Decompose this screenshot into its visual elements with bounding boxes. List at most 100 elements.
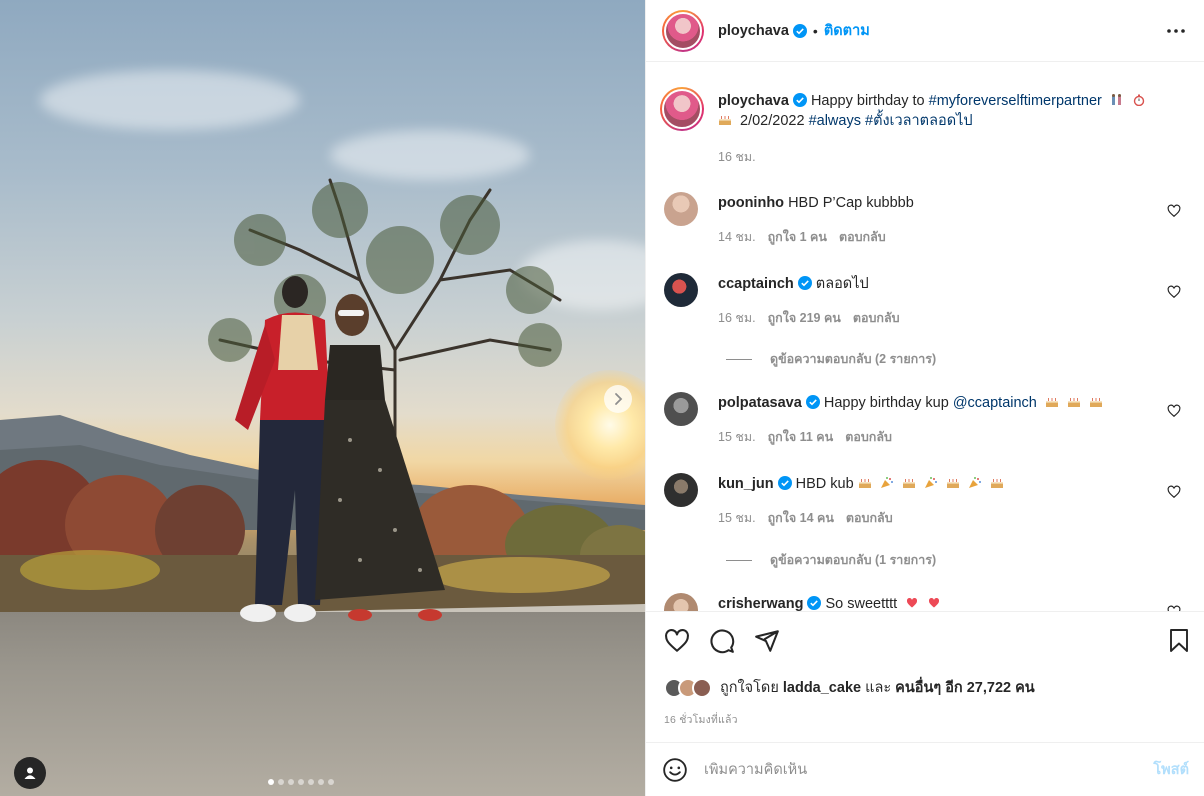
more-icon[interactable] — [1165, 20, 1187, 42]
commenter-avatar[interactable] — [664, 273, 698, 307]
share-icon[interactable] — [754, 628, 780, 654]
comment-item: crisherwang So sweetttt — [664, 593, 1189, 611]
caption-date: 2/02/2022 — [736, 113, 809, 129]
comment-username[interactable]: pooninho — [718, 195, 784, 211]
reply-button[interactable]: ตอบกลับ — [839, 227, 886, 247]
comment-icon[interactable] — [709, 628, 735, 654]
view-replies-button[interactable]: ดูข้อความตอบกลับ (1 รายการ) — [726, 550, 936, 570]
comment-likes[interactable]: ถูกใจ 1 คน — [768, 227, 827, 247]
cake-emoji-icon — [902, 479, 915, 488]
couple-emoji-icon — [1111, 94, 1121, 105]
post-timestamp[interactable]: 16 ชั่วโมงที่แล้ว — [664, 711, 738, 728]
likes-summary: ถูกใจโดย ladda_cake และ คนอื่นๆ อีก 27,7… — [664, 676, 1035, 699]
party-popper-icon — [968, 477, 981, 488]
comment-username[interactable]: polpatasava — [718, 395, 802, 411]
carousel-dot — [328, 779, 334, 785]
liker-username[interactable]: ladda_cake — [783, 680, 861, 696]
user-tag-button[interactable] — [14, 757, 46, 789]
comment-text: ตลอดไป — [815, 276, 869, 292]
mention-link[interactable]: @ccaptainch — [953, 395, 1037, 411]
caption: ploychava Happy birthday to #myforeverse… — [660, 87, 1189, 167]
likes-middle: และ — [861, 680, 896, 696]
comment-username[interactable]: kun_jun — [718, 476, 774, 492]
commenter-avatar[interactable] — [664, 473, 698, 507]
carousel-dot — [308, 779, 314, 785]
caption-body: ploychava Happy birthday to #myforeverse… — [718, 91, 1189, 131]
other-likers-link[interactable]: คนอื่นๆ อีก 27,722 คน — [895, 680, 1035, 696]
heart-icon[interactable] — [1167, 285, 1181, 299]
comment-item: polpatasava Happy birthday kup @ccaptain… — [664, 392, 1189, 447]
cake-emoji-icon — [1067, 398, 1080, 407]
cake-emoji-icon — [719, 116, 731, 125]
comments-list[interactable]: ploychava Happy birthday to #myforeverse… — [646, 63, 1204, 611]
carousel-next-button[interactable] — [604, 385, 632, 413]
comment-time[interactable]: 14 ชม. — [718, 227, 756, 247]
commenter-avatar[interactable] — [664, 593, 698, 611]
comment-text: So sweetttt — [825, 596, 898, 611]
comment-username[interactable]: ccaptainch — [718, 276, 794, 292]
post-dialog: ploychava • ติดตาม ploychava Happy birth… — [0, 0, 1204, 796]
separator-dot: • — [812, 22, 818, 39]
caption-avatar[interactable] — [660, 87, 704, 131]
comment-time[interactable]: 16 ชม. — [718, 308, 756, 328]
caption-time[interactable]: 16 ชม. — [718, 147, 756, 167]
author-avatar[interactable] — [662, 9, 704, 52]
carousel-dot — [268, 779, 274, 785]
comment-text: HBD P’Cap kubbbb — [788, 195, 914, 211]
follow-button[interactable]: ติดตาม — [824, 19, 870, 42]
emoji-icon[interactable] — [662, 757, 688, 783]
comment-time[interactable]: 15 ชม. — [718, 508, 756, 528]
view-replies-label: ดูข้อความตอบกลับ (2 รายการ) — [770, 352, 937, 366]
red-heart-icon — [929, 597, 940, 608]
carousel-dot — [278, 779, 284, 785]
heart-icon[interactable] — [1167, 404, 1181, 418]
commenter-avatar[interactable] — [664, 192, 698, 226]
post-comment-button[interactable]: โพสต์ — [1153, 758, 1189, 781]
cake-emoji-icon — [1045, 398, 1058, 407]
replies-divider — [726, 559, 752, 561]
add-comment-bar: โพสต์ — [646, 742, 1204, 796]
verified-icon — [792, 93, 807, 107]
comment-body: ccaptainch ตลอดไป — [718, 273, 1189, 294]
likes-prefix: ถูกใจโดย — [720, 680, 783, 696]
comment-body: crisherwang So sweetttt — [718, 593, 1189, 611]
comment-likes[interactable]: ถูกใจ 219 คน — [768, 308, 841, 328]
caption-meta: 16 ชม. — [718, 147, 1189, 167]
reply-button[interactable]: ตอบกลับ — [845, 427, 892, 447]
heart-icon[interactable] — [1167, 204, 1181, 218]
comment-item: ccaptainch ตลอดไป 16 ชม. ถูกใจ 219 คน ตอ… — [664, 273, 1189, 328]
hashtag-link[interactable]: #always — [809, 113, 861, 129]
carousel-dot — [298, 779, 304, 785]
carousel-dot — [288, 779, 294, 785]
red-heart-icon — [907, 597, 918, 608]
carousel-indicator — [268, 779, 334, 785]
comment-meta: 16 ชม. ถูกใจ 219 คน ตอบกลับ — [718, 308, 1189, 328]
post-side-panel: ploychava • ติดตาม ploychava Happy birth… — [645, 0, 1204, 796]
author-username[interactable]: ploychava — [718, 23, 789, 39]
bookmark-icon[interactable] — [1167, 628, 1191, 654]
comment-body: polpatasava Happy birthday kup @ccaptain… — [718, 392, 1189, 413]
comment-body: pooninho HBD P’Cap kubbbb — [718, 192, 1189, 213]
carousel-dot — [318, 779, 324, 785]
comment-username[interactable]: crisherwang — [718, 596, 803, 611]
hashtag-link[interactable]: #myforeverselftimerpartner — [929, 93, 1102, 109]
comment-likes[interactable]: ถูกใจ 11 คน — [768, 427, 834, 447]
comment-body: kun_jun HBD kub — [718, 473, 1189, 494]
verified-icon — [807, 596, 822, 610]
reply-button[interactable]: ตอบกลับ — [846, 508, 893, 528]
hashtag-link[interactable]: #ตั้งเวลาตลอดไป — [865, 113, 973, 129]
comment-likes[interactable]: ถูกใจ 14 คน — [768, 508, 834, 528]
comment-input[interactable] — [704, 761, 1154, 778]
post-photo[interactable] — [0, 0, 645, 796]
heart-icon[interactable] — [1167, 485, 1181, 499]
view-replies-label: ดูข้อความตอบกลับ (1 รายการ) — [770, 553, 937, 567]
liker-avatar[interactable] — [692, 677, 712, 698]
heart-icon[interactable] — [664, 628, 690, 654]
reply-button[interactable]: ตอบกลับ — [853, 308, 900, 328]
user-tag-icon — [24, 767, 36, 779]
comment-time[interactable]: 15 ชม. — [718, 427, 756, 447]
commenter-avatar[interactable] — [664, 392, 698, 426]
view-replies-button[interactable]: ดูข้อความตอบกลับ (2 รายการ) — [726, 349, 936, 369]
cake-emoji-icon — [858, 479, 871, 488]
caption-username[interactable]: ploychava — [718, 93, 789, 109]
